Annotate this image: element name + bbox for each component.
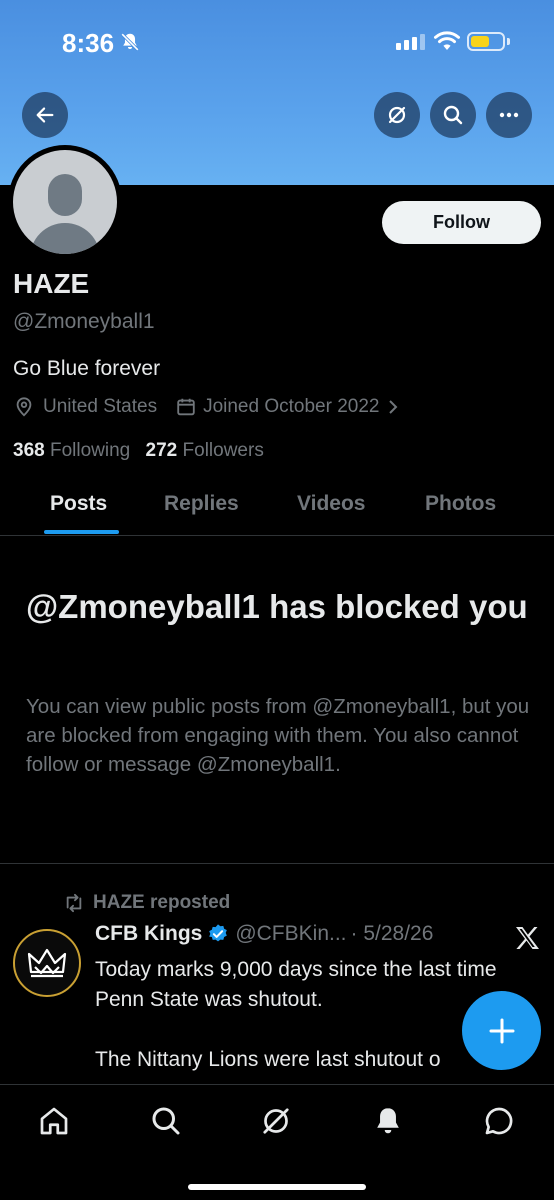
search-icon bbox=[443, 105, 463, 125]
battery-icon bbox=[467, 32, 505, 51]
notifications-icon[interactable] bbox=[370, 1103, 406, 1139]
back-button[interactable] bbox=[22, 92, 68, 138]
followers-link[interactable]: 272 Followers bbox=[146, 440, 264, 461]
plus-icon bbox=[489, 1018, 514, 1043]
more-button[interactable] bbox=[486, 92, 532, 138]
crown-logo-icon bbox=[27, 948, 67, 978]
home-icon[interactable] bbox=[36, 1103, 72, 1139]
tab-photos[interactable]: Photos bbox=[425, 492, 496, 516]
following-count: 368 bbox=[13, 440, 45, 461]
follow-counts: 368 Following 272 Followers bbox=[13, 440, 264, 462]
post-author-avatar[interactable] bbox=[13, 929, 81, 997]
search-icon[interactable] bbox=[148, 1103, 184, 1139]
active-tab-indicator bbox=[44, 530, 119, 534]
post-author-handle: @CFBKin... bbox=[235, 922, 347, 945]
profile-name: HAZE bbox=[13, 268, 90, 299]
tab-posts[interactable]: Posts bbox=[50, 492, 107, 516]
repost-indicator: HAZE reposted bbox=[63, 892, 230, 914]
status-bar: 8:36 bbox=[0, 0, 554, 80]
arrow-left-icon bbox=[36, 107, 54, 123]
grok-icon bbox=[388, 106, 406, 124]
profile-meta: United States Joined October 2022 bbox=[13, 396, 401, 418]
home-indicator bbox=[188, 1184, 366, 1190]
post-author-name[interactable]: CFB Kings bbox=[95, 922, 202, 946]
search-button[interactable] bbox=[430, 92, 476, 138]
bell-off-icon bbox=[119, 31, 141, 58]
tab-replies[interactable]: Replies bbox=[164, 492, 239, 516]
compose-button[interactable] bbox=[462, 991, 541, 1070]
more-icon bbox=[499, 112, 519, 118]
profile-tabs: Posts Replies Videos Photos bbox=[0, 480, 554, 536]
blocked-title: @Zmoneyball1 has blocked you bbox=[26, 588, 528, 625]
location-icon bbox=[16, 397, 32, 417]
messages-icon[interactable] bbox=[481, 1103, 517, 1139]
post-date: · 5/28/26 bbox=[350, 922, 434, 945]
follow-button[interactable]: Follow bbox=[382, 201, 541, 244]
profile-joined: Joined October 2022 bbox=[203, 396, 380, 417]
repost-icon bbox=[66, 893, 82, 913]
blocked-description: You can view public posts from @Zmoneyba… bbox=[26, 695, 530, 776]
bottom-nav bbox=[0, 1084, 554, 1200]
status-time: 8:36 bbox=[62, 28, 115, 58]
verified-badge-icon bbox=[209, 924, 228, 942]
default-avatar-icon bbox=[13, 150, 117, 254]
wifi-icon bbox=[433, 30, 461, 57]
grok-icon[interactable] bbox=[258, 1103, 294, 1139]
grok-button[interactable] bbox=[374, 92, 420, 138]
following-link[interactable]: 368 Following bbox=[13, 440, 130, 461]
chevron-right-icon[interactable] bbox=[385, 398, 401, 416]
profile-location: United States bbox=[43, 396, 158, 417]
signal-icon bbox=[396, 34, 425, 50]
avatar[interactable] bbox=[8, 145, 122, 259]
tab-videos[interactable]: Videos bbox=[297, 492, 365, 516]
profile-handle: @Zmoneyball1 bbox=[13, 310, 155, 333]
profile-bio: Go Blue forever bbox=[13, 357, 161, 380]
followers-count: 272 bbox=[145, 440, 178, 461]
divider bbox=[0, 863, 554, 864]
post-header: CFB Kings @CFBKin... · 5/28/26 bbox=[95, 922, 433, 946]
x-logo-icon bbox=[514, 926, 540, 955]
calendar-icon bbox=[177, 398, 195, 416]
